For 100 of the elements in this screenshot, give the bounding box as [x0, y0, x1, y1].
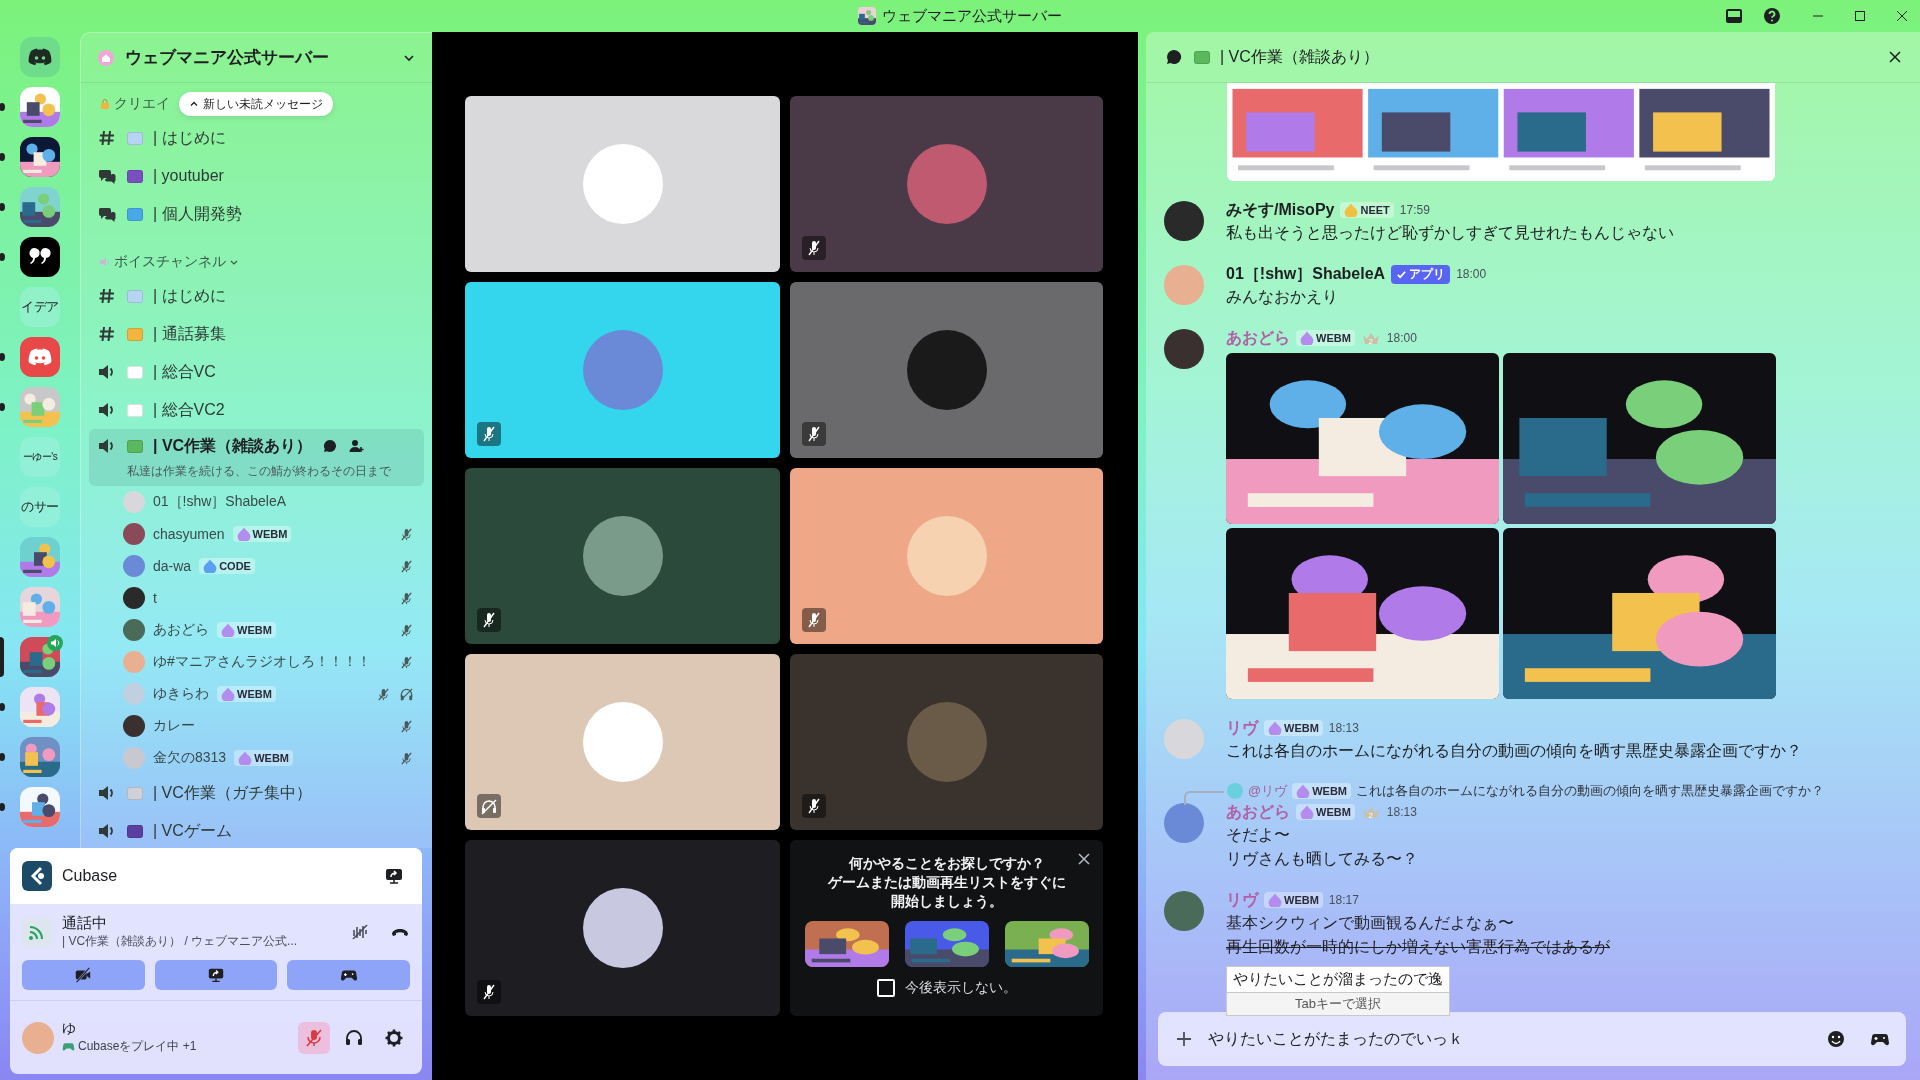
- category-label[interactable]: クリエイ: [114, 95, 170, 113]
- role-tag: NEET: [1340, 202, 1394, 218]
- server-button[interactable]: イデア: [20, 287, 60, 327]
- activity-name: Cubase: [62, 867, 118, 885]
- close-icon[interactable]: [1077, 852, 1091, 866]
- member-name[interactable]: ゆ#マニアさんラジオしろ！！！！: [153, 653, 371, 671]
- avatar[interactable]: [1164, 329, 1204, 369]
- member-name[interactable]: chasyumen: [153, 526, 225, 542]
- caret-up-icon: [189, 99, 199, 109]
- author-name[interactable]: 01［!shw］ShabeleA: [1226, 263, 1386, 285]
- member-name[interactable]: ゆきらわ: [153, 685, 209, 703]
- message-text: そだよ〜: [1226, 825, 1291, 845]
- channel-name[interactable]: | VCゲーム: [153, 820, 232, 842]
- member-tag: WEBM: [234, 750, 293, 766]
- video-tile[interactable]: [790, 282, 1103, 458]
- channel-name[interactable]: | 通話募集: [153, 323, 226, 345]
- close-icon[interactable]: [1896, 10, 1908, 22]
- avatar: [123, 523, 145, 545]
- ime-hint: Tabキーで選択: [1227, 993, 1449, 1015]
- member-name[interactable]: 金欠の8313: [153, 749, 227, 767]
- activity-prompt: 何かやることをお探しですか？ ゲームまたは動画再生リストをすぐに 開始しましょう。: [827, 854, 1066, 911]
- channel-name: | VC作業（雑談あり）: [153, 435, 313, 456]
- member-tag: WEBM: [217, 622, 276, 638]
- lock-icon: [99, 98, 111, 110]
- member-name[interactable]: da-wa: [153, 558, 192, 574]
- speaker-icon: [99, 256, 111, 268]
- gamepad-icon: [62, 1040, 75, 1053]
- role-tag: WEBM: [1296, 330, 1355, 346]
- screen-share-button[interactable]: [154, 960, 278, 990]
- role-tag: WEBM: [1264, 892, 1323, 908]
- channel-name[interactable]: | はじめに: [153, 285, 226, 307]
- screen-share-icon: [207, 966, 225, 984]
- chat-bubble-icon[interactable]: [322, 438, 339, 454]
- category-label[interactable]: ボイスチャンネル: [114, 253, 226, 271]
- channel-name[interactable]: | youtuber: [153, 167, 224, 185]
- voice-status: 通話中: [62, 914, 108, 933]
- channel-highlight[interactable]: | VC作業（雑談あり） 私達は作業を続ける、この鯖が終わるその日まで: [89, 429, 424, 486]
- timestamp: 18:13: [1328, 721, 1359, 735]
- close-icon[interactable]: [1888, 50, 1902, 64]
- video-tile[interactable]: [465, 654, 780, 830]
- help-icon[interactable]: [1762, 6, 1782, 26]
- server-button[interactable]: のサー: [20, 487, 60, 527]
- avatar: [123, 651, 145, 673]
- server-logo-icon[interactable]: [20, 37, 60, 77]
- server-name[interactable]: ウェブマニア公式サーバー: [125, 46, 329, 69]
- message-text: リヴさんも晒してみる〜？: [1226, 849, 1418, 869]
- reply-text[interactable]: これは各自のホームにながれる自分の動画の傾向を晒す黒歴史暴露企画ですか？: [1356, 782, 1825, 800]
- channel-topic: 私達は作業を続ける、この鯖が終わるその日まで: [126, 463, 392, 480]
- user-status: Cubaseをプレイ中 +1: [62, 1038, 290, 1055]
- timestamp: 18:00: [1456, 267, 1487, 281]
- message-text: 私も出そうと思ったけど恥ずかしすぎて見せれたもんじゃない: [1226, 223, 1674, 243]
- video-tile[interactable]: [465, 468, 780, 644]
- member-name[interactable]: カレー: [153, 717, 195, 735]
- plus-icon[interactable]: [1174, 1029, 1194, 1049]
- member-name[interactable]: あおどら: [153, 621, 209, 639]
- avatar: [123, 491, 145, 513]
- voice-location[interactable]: | VC作業（雑談あり） / ウェブマニア公式...: [62, 933, 330, 950]
- message-input-box[interactable]: やりたいことがたまったのでいっｋ: [1158, 1012, 1906, 1066]
- channel-name[interactable]: | 総合VC2: [153, 399, 225, 421]
- user-name: ゆ: [62, 1020, 77, 1038]
- channel-name[interactable]: | 個人開発勢: [153, 203, 242, 225]
- channel-name[interactable]: | VC作業（ガチ集中）: [153, 782, 312, 804]
- author-name[interactable]: みそす/MisoPy: [1226, 199, 1335, 221]
- member-name[interactable]: 01［!shw］ShabeleA: [153, 493, 287, 511]
- checkbox-label[interactable]: 今後表示しない。: [904, 979, 1017, 997]
- channel-emoji-icon: [1194, 50, 1210, 64]
- video-tile[interactable]: [465, 840, 780, 1016]
- microphone-button[interactable]: [298, 1021, 330, 1054]
- activity-button[interactable]: [287, 960, 410, 990]
- message-input[interactable]: やりたいことがたまったのでいっｋ: [1208, 1030, 1802, 1048]
- noise-suppression-icon[interactable]: [350, 922, 370, 942]
- emoji-icon[interactable]: [1826, 1029, 1846, 1049]
- video-tile[interactable]: [790, 96, 1103, 272]
- add-user-icon[interactable]: [348, 438, 365, 454]
- signal-icon: [22, 917, 52, 947]
- message-text: 再生回数が一時的にしか増えない害悪行為ではあるが: [1226, 937, 1610, 957]
- message-text: 基本シクウィンで動画観るんだよなぁ〜: [1226, 913, 1515, 933]
- channel-name[interactable]: | 総合VC: [153, 361, 216, 383]
- video-tile[interactable]: [465, 96, 780, 272]
- maximize-icon[interactable]: [1854, 10, 1866, 22]
- camera-off-button[interactable]: [22, 960, 145, 990]
- channel-name[interactable]: | はじめに: [153, 127, 226, 149]
- video-tile[interactable]: [790, 654, 1103, 830]
- avatar[interactable]: [1164, 201, 1204, 241]
- timestamp: 18:13: [1386, 805, 1417, 819]
- checkbox[interactable]: [876, 979, 895, 997]
- role-tag: WEBM: [1296, 804, 1355, 820]
- server-button[interactable]: ーゆー's: [20, 437, 60, 477]
- video-tile[interactable]: [790, 468, 1103, 644]
- screen-share-icon[interactable]: [384, 866, 404, 886]
- thread-icon: [1164, 47, 1184, 67]
- member-name[interactable]: t: [153, 590, 157, 606]
- unread-messages-pill[interactable]: 新しい未読メッセージ: [179, 92, 333, 116]
- ime-candidate-popup[interactable]: やりたいことが溜まったので逸 Tabキーで選択: [1226, 966, 1450, 1016]
- quote-icon[interactable]: [20, 237, 60, 277]
- avatar: [1227, 783, 1243, 799]
- chat-title: | VC作業（雑談あり）: [1220, 46, 1379, 67]
- camera-off-icon: [74, 966, 93, 984]
- video-tile[interactable]: [465, 282, 780, 458]
- inbox-icon[interactable]: [1724, 6, 1744, 26]
